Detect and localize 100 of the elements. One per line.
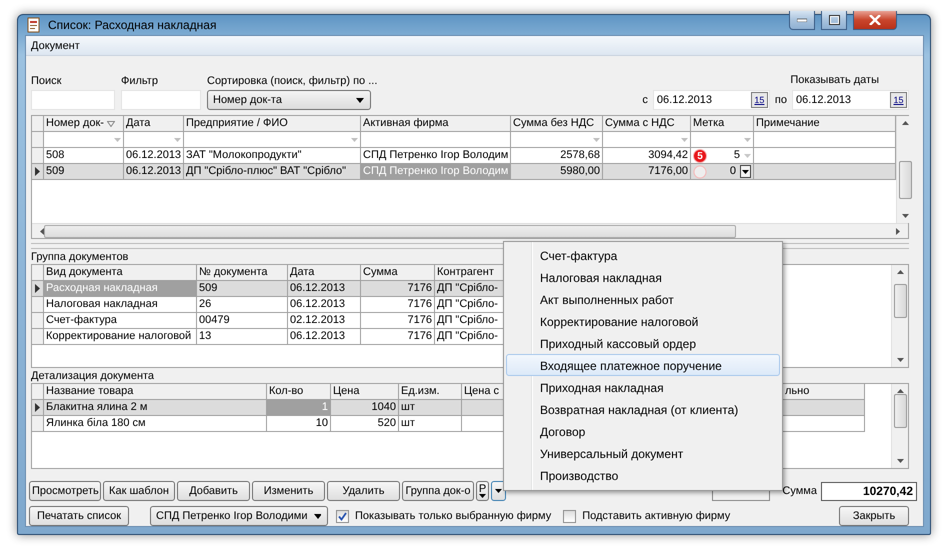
row-header[interactable] [32,164,44,180]
caret-icon [314,514,321,518]
row-header[interactable] [32,400,44,416]
date-to-label: по [774,94,787,106]
calendar-button[interactable]: 15 [890,92,907,108]
filter-caret-icon[interactable] [593,138,600,142]
total-field: 10270,42 [821,482,917,500]
calendar-button[interactable]: 15 [750,92,768,108]
close-button[interactable] [853,11,897,30]
date-field[interactable]: 06.12.2013 15 [652,90,770,110]
dates-label: Показывать даты [790,74,879,86]
current-row-icon [35,284,40,293]
minimize-button[interactable] [789,11,815,30]
menu-item[interactable]: Налоговая накладная [506,266,780,288]
table-cell: 7176,00 [603,164,691,180]
horizontal-scrollbar[interactable] [32,223,908,238]
minimize-icon [797,18,807,22]
column-header[interactable]: Название товара [44,384,267,400]
action-button[interactable]: Удалить [327,481,400,501]
menu-item[interactable]: Приходная накладная [506,376,780,398]
checkbox[interactable] [563,510,576,522]
filter-cell[interactable] [124,132,184,148]
menu-item[interactable]: Производство [506,464,780,486]
table-cell: 7176 [361,281,435,297]
dropdown-button[interactable]: Р [476,481,489,501]
menu-item[interactable]: Акт выполненных работ [506,288,780,310]
app-icon [26,17,42,33]
column-header[interactable]: Вид документа [44,265,197,281]
menu-item[interactable]: Договор [506,420,780,442]
filter-caret-icon[interactable] [114,138,121,142]
filter-caret-icon[interactable] [744,138,751,142]
column-header[interactable]: № документа [197,265,288,281]
column-header[interactable]: Сумма без НДС [511,116,603,132]
checkbox-label: Подставить активную фирму [582,510,730,522]
filter-cell[interactable] [184,132,361,148]
maximize-button[interactable] [821,11,847,30]
total-label: Сумма [781,485,818,497]
menu-item[interactable]: Приходный кассовый ордер [506,332,780,354]
vertical-scrollbar[interactable] [891,265,908,367]
scroll-up-icon[interactable] [896,270,904,274]
field-label: Фильтр [121,74,159,88]
column-header[interactable]: Кол-во [267,384,331,400]
close-button[interactable]: Закрыть [839,506,909,526]
scroll-down-icon[interactable] [896,459,904,463]
scroll-down-icon[interactable] [902,214,908,218]
print-button[interactable]: Печатать список [29,506,129,526]
filter-caret-icon[interactable] [351,138,358,142]
action-button[interactable]: Просмотреть [29,481,101,501]
maximize-icon [828,15,840,25]
vertical-scrollbar[interactable] [891,384,908,468]
action-button[interactable]: Добавить [177,481,250,501]
date-field[interactable]: 06.12.2013 15 [792,90,909,110]
table-cell: 509 [44,164,124,180]
action-button[interactable]: Изменить [252,481,325,501]
close-icon [869,15,881,25]
filter-caret-icon[interactable] [681,138,688,142]
menu-item[interactable]: Возвратная накладная (от клиента) [506,398,780,420]
column-header[interactable]: Метка [691,116,754,132]
search-field[interactable] [31,90,115,110]
column-header[interactable]: Номер док- [44,116,124,132]
filter-field[interactable] [121,90,201,110]
firm-dropdown[interactable]: СПД Петренко Ігор Володими [150,506,328,526]
row-header[interactable] [32,281,44,297]
filter-cell[interactable] [44,132,124,148]
column-header[interactable]: льно [781,384,865,400]
column-header[interactable]: Дата [124,116,184,132]
sort-dropdown[interactable]: Номер док-та [207,90,371,110]
action-button[interactable]: Группа док-о [402,481,474,501]
menu-item[interactable]: Счет-фактура [506,244,780,266]
filter-caret-icon[interactable] [174,138,181,142]
filter-cell[interactable] [361,132,511,148]
column-header[interactable]: Активная фирма [361,116,511,132]
table-cell: Расходная накладная [44,281,197,297]
dropdown-button[interactable] [491,481,506,501]
scroll-down-icon[interactable] [896,358,904,362]
filter-cell[interactable] [511,132,603,148]
scroll-right-icon[interactable] [896,228,900,234]
filter-cell[interactable] [754,132,896,148]
column-header[interactable]: Сумма [361,265,435,281]
column-header[interactable]: Дата [288,265,361,281]
table-cell: 5980,00 [511,164,603,180]
filter-cell[interactable] [603,132,691,148]
checkbox[interactable] [336,510,349,522]
table-cell: Блакитна ялина 2 м [44,400,267,416]
scroll-up-icon[interactable] [902,121,908,125]
column-header[interactable]: Ед.изм. [399,384,462,400]
column-header[interactable]: Сумма с НДС [603,116,691,132]
action-button[interactable]: Как шаблон [103,481,175,501]
vertical-scrollbar[interactable] [896,116,913,223]
table-cell: шт [399,400,462,416]
filter-cell[interactable] [691,132,754,148]
menu-item[interactable]: Документ [31,40,80,52]
menu-item[interactable]: Универсальный документ [506,442,780,464]
dropdown-button[interactable] [740,165,751,178]
column-header[interactable]: Цена [331,384,399,400]
column-header[interactable]: Примечание [754,116,896,132]
menu-item[interactable]: Корректирование налоговой [506,310,780,332]
menu-item[interactable]: Входящее платежное поручение [506,354,780,376]
column-header[interactable]: Предприятие / ФИО [184,116,361,132]
section-title: Группа документов [31,251,128,264]
